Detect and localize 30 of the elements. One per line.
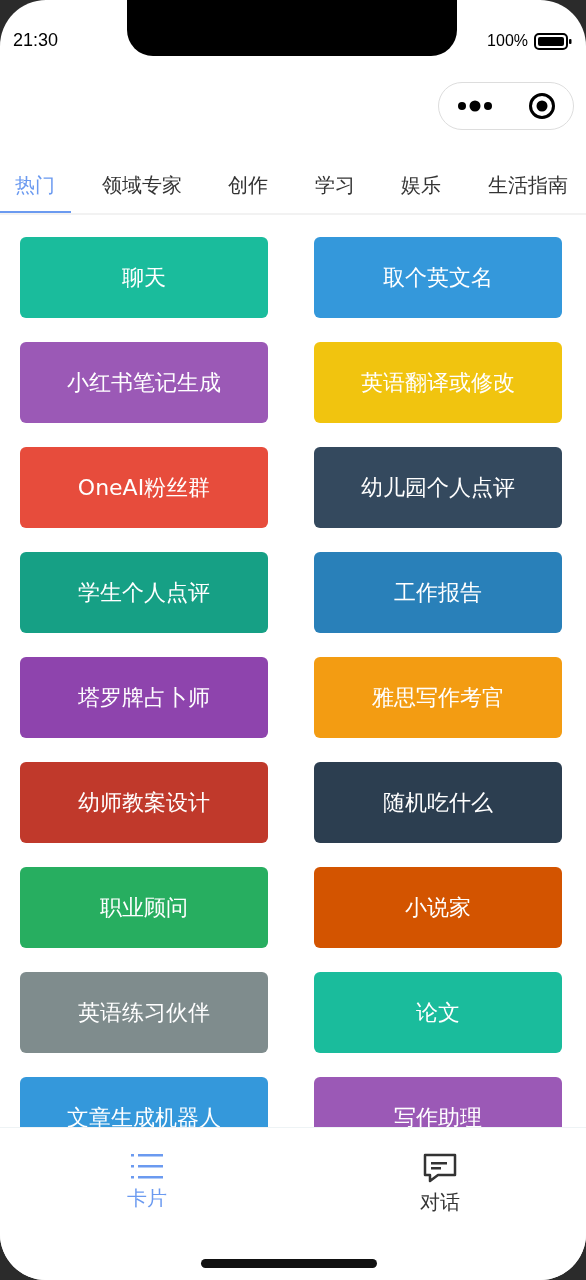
prompt-card[interactable]: 工作报告 <box>314 552 562 633</box>
prompt-card[interactable]: 职业顾问 <box>20 867 268 948</box>
prompt-card[interactable]: 论文 <box>314 972 562 1053</box>
category-tab[interactable]: 热门 <box>0 160 71 213</box>
chat-icon <box>422 1153 457 1183</box>
nav-tab[interactable]: 卡片 <box>0 1128 293 1217</box>
prompt-card[interactable]: 小红书笔记生成 <box>20 342 268 423</box>
prompt-card[interactable]: 随机吃什么 <box>314 762 562 843</box>
prompt-card[interactable]: 塔罗牌占卜师 <box>20 657 268 738</box>
prompt-card[interactable]: 雅思写作考官 <box>314 657 562 738</box>
more-icon[interactable] <box>456 100 493 112</box>
prompt-card[interactable]: OneAI粉丝群 <box>20 447 268 528</box>
prompt-card[interactable]: 幼师教案设计 <box>20 762 268 843</box>
battery-icon <box>534 32 572 50</box>
battery-percent: 100% <box>487 32 528 50</box>
list-icon <box>130 1153 163 1179</box>
category-tab[interactable]: 生活指南 <box>472 160 584 213</box>
prompt-card[interactable]: 学生个人点评 <box>20 552 268 633</box>
prompt-card[interactable]: 英语练习伙伴 <box>20 972 268 1053</box>
category-tab[interactable]: 领域专家 <box>86 160 198 213</box>
prompt-card[interactable]: 取个英文名 <box>314 237 562 318</box>
category-tab[interactable]: 娱乐 <box>386 160 458 213</box>
prompt-card[interactable]: 写作助理 <box>314 1077 562 1127</box>
prompt-card[interactable]: 幼儿园个人点评 <box>314 447 562 528</box>
nav-tab[interactable]: 对话 <box>293 1128 586 1217</box>
prompt-card[interactable]: 聊天 <box>20 237 268 318</box>
prompt-card[interactable]: 小说家 <box>314 867 562 948</box>
category-tab[interactable]: 学习 <box>299 160 371 213</box>
status-time: 21:30 <box>13 30 59 51</box>
category-tab[interactable]: 创作 <box>213 160 285 213</box>
